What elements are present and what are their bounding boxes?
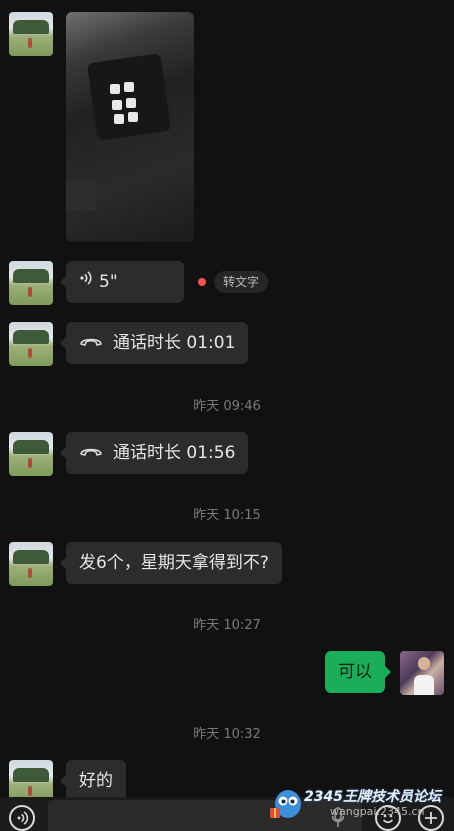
transcribe-button[interactable]: 转文字: [214, 271, 269, 293]
contact-avatar[interactable]: [9, 322, 53, 366]
photo-message[interactable]: [66, 12, 194, 242]
watermark-site: wangpai.2345.cn: [330, 805, 425, 818]
phone-hangup-icon: [79, 321, 103, 363]
call-duration-text: 通话时长 01:01: [113, 333, 236, 353]
text-message[interactable]: 发6个，星期天拿得到不?: [60, 542, 282, 584]
call-record-message[interactable]: 通话时长 01:01: [59, 321, 249, 364]
contact-avatar[interactable]: [9, 542, 53, 586]
outgoing-text-message[interactable]: 可以: [325, 651, 391, 693]
timestamp: 昨天 09:46: [193, 399, 261, 414]
contact-avatar[interactable]: [9, 432, 53, 476]
watermark-brand: 2345王牌技术员论坛: [304, 789, 441, 805]
unread-dot: [198, 278, 206, 286]
call-duration-text: 通话时长 01:56: [113, 443, 236, 463]
voice-mode-icon[interactable]: [9, 805, 35, 831]
timestamp: 昨天 10:15: [193, 508, 261, 523]
phone-hangup-icon: [79, 431, 103, 473]
contact-avatar[interactable]: [9, 12, 53, 56]
timestamp: 昨天 10:27: [193, 618, 261, 633]
timestamp: 昨天 10:32: [193, 727, 261, 742]
printer-panel: [86, 53, 172, 141]
voice-message[interactable]: 5": [60, 260, 184, 303]
chat-screen: 5" 转文字 通话时长 01:01 昨天 09:46 通话时长 01:56 昨天…: [0, 0, 454, 831]
contact-avatar[interactable]: [9, 261, 53, 305]
text-message[interactable]: 好的: [60, 760, 126, 802]
voice-duration: 5": [99, 272, 118, 292]
my-avatar[interactable]: [400, 651, 444, 695]
voice-wave-icon: [79, 260, 93, 302]
mascot-logo: [270, 790, 301, 818]
forum-watermark: 2345王牌技术员论坛 wangpai.2345.cn: [266, 784, 454, 824]
call-record-message[interactable]: 通话时长 01:56: [59, 431, 249, 474]
